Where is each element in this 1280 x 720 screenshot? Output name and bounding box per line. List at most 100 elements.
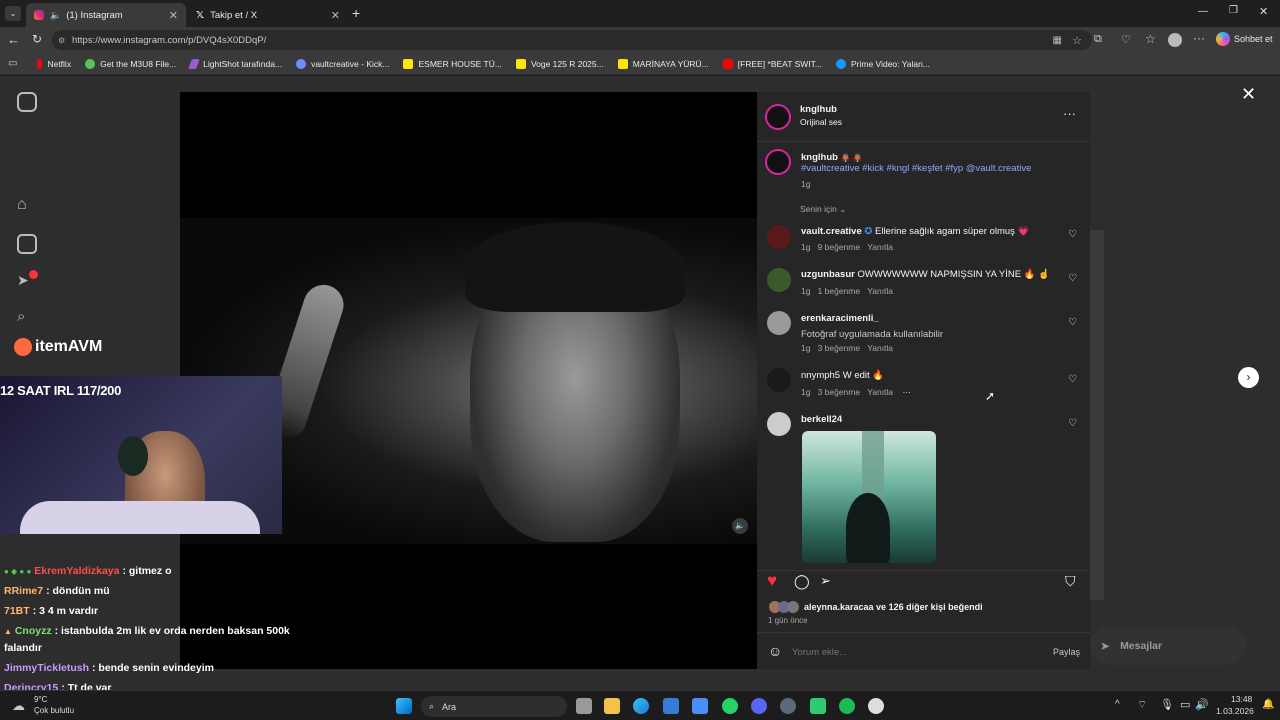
app-icon[interactable] <box>810 698 826 714</box>
address-bar[interactable]: ⚙ https://www.instagram.com/p/DVQ4sX0DDq… <box>52 30 1092 50</box>
steam-icon[interactable] <box>780 698 796 714</box>
clock-date[interactable]: 1.03.2026 <box>1216 706 1254 716</box>
store-icon[interactable] <box>663 698 679 714</box>
caption-hashtags[interactable]: #vaultcreative #kick #kngl #keşfet #fyp … <box>801 163 1031 174</box>
comment-avatar[interactable] <box>767 311 791 335</box>
close-tab-icon[interactable]: ✕ <box>169 9 178 22</box>
split-view-icon[interactable]: ▦ <box>1053 35 1062 46</box>
youtube-icon <box>722 58 733 69</box>
reload-icon[interactable]: ↻ <box>32 32 42 46</box>
caption-username[interactable]: knglhub 🧛🏽‍♂️ 🧛🏽‍♂️ <box>801 152 863 163</box>
comment-avatar[interactable] <box>767 368 791 392</box>
author-avatar[interactable] <box>765 104 791 130</box>
mute-button[interactable]: 🔈 <box>732 518 748 534</box>
copilot-button[interactable]: Sohbet et <box>1216 32 1273 46</box>
like-comment-icon[interactable]: ♡ <box>1068 317 1078 328</box>
home-icon[interactable]: ⌂ <box>17 196 37 216</box>
new-tab-button[interactable]: + <box>352 5 360 21</box>
bookmark-prime-video[interactable]: Prime Video: Yalan... <box>836 58 930 69</box>
taskbar-search[interactable]: ⌕ Ara <box>421 696 567 717</box>
bookmark-esmer-house[interactable]: ESMER HOUSE TÜ... <box>403 58 502 69</box>
more-options-icon[interactable]: ··· <box>1063 106 1076 121</box>
bookmark-vaultcreative[interactable]: vaultcreative - Kick... <box>296 58 389 69</box>
comment-avatar[interactable] <box>767 268 791 292</box>
comment-more-icon[interactable]: ··· <box>903 387 912 397</box>
discord-icon[interactable] <box>751 698 767 714</box>
notification-badge <box>29 270 38 279</box>
tab-instagram[interactable]: 🔈 (1) Instagram ✕ <box>26 3 186 27</box>
more-menu-icon[interactable]: ··· <box>1193 31 1205 45</box>
messages-icon: ➤ <box>1100 639 1111 653</box>
comment-avatar[interactable] <box>767 225 791 249</box>
save-bookmark-icon[interactable]: ⛉ <box>1065 573 1076 590</box>
clock-time[interactable]: 13:48 <box>1231 694 1252 704</box>
like-comment-icon[interactable]: ♡ <box>1068 418 1078 429</box>
favorite-star-icon[interactable]: ☆ <box>1072 34 1082 47</box>
prime-video-icon <box>836 58 846 69</box>
reading-list-icon[interactable]: ▭ <box>8 58 17 69</box>
close-tab-icon[interactable]: ✕ <box>331 9 340 22</box>
like-heart-icon[interactable]: ♥ <box>767 571 777 591</box>
task-view-icon[interactable] <box>576 698 592 714</box>
divider <box>757 570 1090 571</box>
obs-icon[interactable] <box>868 698 884 714</box>
share-icon[interactable]: ➢ <box>820 573 831 589</box>
browser-essentials-icon[interactable]: ♡ <box>1121 33 1131 46</box>
bookmark-voge[interactable]: Voge 125 R 2025... <box>515 58 604 69</box>
minimize-button[interactable]: — <box>1198 6 1208 17</box>
author-username[interactable]: knglhub <box>800 104 837 115</box>
reply-button[interactable]: Yanıtla <box>867 242 893 252</box>
post-comment-button[interactable]: Paylaş <box>1053 647 1080 657</box>
maximize-button[interactable]: ❐ <box>1229 5 1238 16</box>
messages-pill[interactable]: ➤ Mesajlar <box>1090 627 1246 665</box>
search-icon[interactable]: ⌕ <box>17 308 37 328</box>
caption-avatar[interactable] <box>765 149 791 175</box>
file-explorer-icon[interactable] <box>604 698 620 714</box>
close-window-button[interactable]: ✕ <box>1259 5 1268 18</box>
speaker-icon[interactable]: 🔈 <box>50 10 61 21</box>
network-icon[interactable]: ⌔ <box>1137 698 1147 712</box>
comment-icon[interactable]: ◯ <box>794 573 810 590</box>
next-post-button[interactable]: › <box>1238 367 1259 388</box>
weather-icon[interactable]: ☁ <box>12 698 25 714</box>
spotify-icon[interactable] <box>839 698 855 714</box>
like-comment-icon[interactable]: ♡ <box>1068 374 1078 385</box>
favorites-icon[interactable]: ☆ <box>1145 32 1156 46</box>
tray-chevron-icon[interactable]: ^ <box>1115 699 1120 710</box>
notification-bell-icon[interactable]: 🔔 <box>1262 699 1274 710</box>
display-icon[interactable]: ▭ <box>1180 698 1190 711</box>
whatsapp-icon[interactable] <box>722 698 738 714</box>
comment-avatar[interactable] <box>767 412 791 436</box>
bookmark-lightshot[interactable]: LightShot tarafında... <box>188 58 282 69</box>
extensions-icon[interactable]: ⧉ <box>1094 33 1102 46</box>
reply-button[interactable]: Yanıtla <box>867 286 893 296</box>
site-info-icon[interactable]: ⚙ <box>58 36 65 45</box>
bookmark-netflix[interactable]: Netflix <box>37 58 71 69</box>
reply-button[interactable]: Yanıtla <box>867 387 893 397</box>
comment-image[interactable] <box>802 431 936 563</box>
bookmark-marinaya[interactable]: MARİNAYA YÜRÜ... <box>617 58 709 69</box>
volume-icon[interactable]: 🔊 <box>1195 698 1209 711</box>
microphone-icon[interactable]: 🎙 <box>1160 698 1174 711</box>
reply-button[interactable]: Yanıtla <box>867 343 893 353</box>
mail-icon[interactable] <box>692 698 708 714</box>
back-icon[interactable]: ← <box>7 32 20 47</box>
edge-icon[interactable] <box>633 698 649 714</box>
tab-list-button[interactable]: ⌄ <box>5 6 21 21</box>
tab-x[interactable]: 𝕏 Takip et / X ✕ <box>188 3 348 27</box>
start-menu-icon[interactable] <box>396 698 412 714</box>
like-comment-icon[interactable]: ♡ <box>1068 229 1078 240</box>
profile-avatar[interactable] <box>1168 33 1182 47</box>
audio-label[interactable]: Orijinal ses <box>800 117 842 127</box>
comment-sort-dropdown[interactable]: Senin için ⌄ <box>800 204 846 215</box>
emoji-picker-icon[interactable]: ☺ <box>768 643 782 659</box>
reels-icon[interactable] <box>17 234 37 254</box>
liked-by-text[interactable]: aleynna.karacaa ve 126 diğer kişi beğend… <box>804 602 983 612</box>
bookmark-m3u8[interactable]: Get the M3U8 File... <box>85 58 176 69</box>
chat-message: ▲ Cnoyzz: istanbulda 2m lik ev orda nerd… <box>4 625 290 637</box>
comment-input[interactable] <box>792 644 1032 660</box>
bookmark-beat[interactable]: [FREE] *BEAT SWIT... <box>722 58 822 69</box>
close-modal-icon[interactable]: ✕ <box>1241 84 1256 105</box>
instagram-logo-icon[interactable] <box>17 92 37 112</box>
like-comment-icon[interactable]: ♡ <box>1068 273 1078 284</box>
